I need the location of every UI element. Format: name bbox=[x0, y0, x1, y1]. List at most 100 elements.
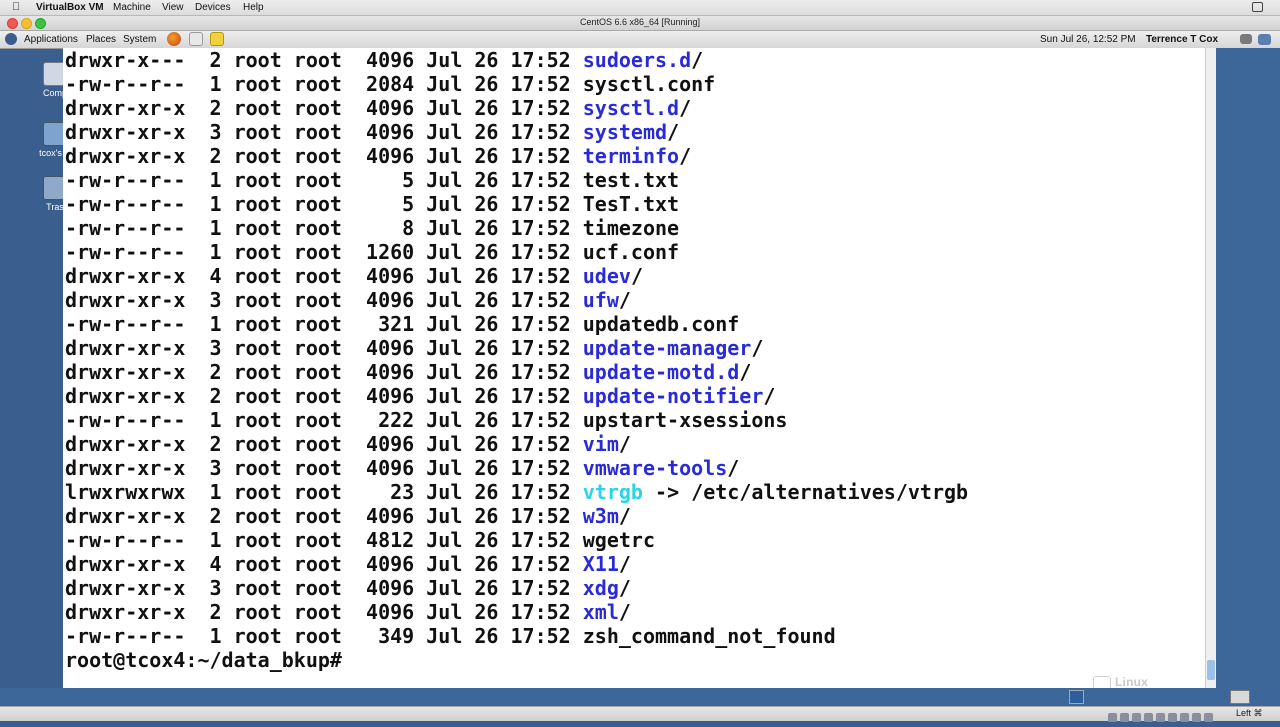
capture-icon[interactable] bbox=[1180, 713, 1189, 722]
file-suffix: / bbox=[679, 144, 692, 168]
file-suffix: / bbox=[618, 504, 631, 528]
ls-line-meta: drwxr-xr-x 3 root root 4096 Jul 26 17:52 bbox=[65, 120, 583, 144]
usb-icon[interactable] bbox=[1132, 713, 1141, 722]
terminal-output: drwxr-x--- 2 root root 4096 Jul 26 17:52… bbox=[65, 48, 968, 672]
menu-view[interactable]: View bbox=[162, 1, 184, 14]
file-suffix: / bbox=[763, 384, 776, 408]
file-name: X11 bbox=[582, 552, 619, 576]
firefox-icon[interactable] bbox=[167, 32, 181, 46]
file-name: sudoers.d bbox=[582, 48, 692, 72]
terminal-window[interactable]: drwxr-x--- 2 root root 4096 Jul 26 17:52… bbox=[63, 48, 1205, 688]
notes-icon[interactable] bbox=[210, 32, 224, 46]
panel-menu-system[interactable]: System bbox=[123, 33, 156, 46]
app-menu-virtualbox[interactable]: VirtualBox VM bbox=[36, 1, 104, 14]
file-name: zsh_command_not_found bbox=[582, 624, 836, 648]
file-name: vmware-tools bbox=[582, 456, 728, 480]
terminal-line: drwxr-xr-x 4 root root 4096 Jul 26 17:52… bbox=[65, 552, 968, 576]
file-name: w3m bbox=[582, 504, 619, 528]
video-capture-icon[interactable] bbox=[1252, 2, 1263, 12]
display-icon[interactable] bbox=[1156, 713, 1165, 722]
terminal-line: lrwxrwxrwx 1 root root 23 Jul 26 17:52 v… bbox=[65, 480, 968, 504]
terminal-line: -rw-r--r-- 1 root root 8 Jul 26 17:52 ti… bbox=[65, 216, 968, 240]
host-key-label: Left ⌘ bbox=[1236, 708, 1263, 718]
file-suffix: / bbox=[618, 600, 631, 624]
file-name: vtrgb bbox=[582, 480, 643, 504]
file-name: update-notifier bbox=[582, 384, 764, 408]
mac-menubar:  VirtualBox VM Machine View Devices Hel… bbox=[0, 0, 1280, 16]
ls-line-meta: -rw-r--r-- 1 root root 349 Jul 26 17:52 bbox=[65, 624, 583, 648]
gnome-bottom-panel bbox=[0, 688, 1280, 706]
file-suffix: / bbox=[618, 552, 631, 576]
gnome-foot-icon bbox=[5, 33, 17, 45]
terminal-line: drwxr-xr-x 2 root root 4096 Jul 26 17:52… bbox=[65, 360, 968, 384]
hdd-icon[interactable] bbox=[1108, 713, 1117, 722]
terminal-line: -rw-r--r-- 1 root root 4812 Jul 26 17:52… bbox=[65, 528, 968, 552]
file-suffix: / bbox=[727, 456, 740, 480]
scrollbar-thumb[interactable] bbox=[1207, 660, 1215, 680]
window-titlebar: CentOS 6.6 x86_64 [Running] bbox=[0, 16, 1280, 31]
volume-icon[interactable] bbox=[1240, 34, 1252, 44]
file-suffix: / bbox=[739, 360, 752, 384]
ls-line-meta: -rw-r--r-- 1 root root 5 Jul 26 17:52 bbox=[65, 192, 583, 216]
shell-prompt[interactable]: root@tcox4:~/data_bkup# bbox=[65, 648, 968, 672]
terminal-line: drwxr-xr-x 2 root root 4096 Jul 26 17:52… bbox=[65, 96, 968, 120]
terminal-line: -rw-r--r-- 1 root root 5 Jul 26 17:52 Te… bbox=[65, 192, 968, 216]
menu-machine[interactable]: Machine bbox=[113, 1, 151, 14]
panel-menu-applications[interactable]: Applications bbox=[24, 33, 78, 46]
apple-icon[interactable]:  bbox=[12, 1, 22, 13]
ls-line-meta: drwxr-x--- 2 root root 4096 Jul 26 17:52 bbox=[65, 48, 583, 72]
ls-line-meta: drwxr-xr-x 4 root root 4096 Jul 26 17:52 bbox=[65, 552, 583, 576]
panel-menu-places[interactable]: Places bbox=[86, 33, 116, 46]
ls-line-meta: drwxr-xr-x 3 root root 4096 Jul 26 17:52 bbox=[65, 576, 583, 600]
mail-icon[interactable] bbox=[189, 32, 203, 46]
ls-line-meta: -rw-r--r-- 1 root root 8 Jul 26 17:52 bbox=[65, 216, 583, 240]
ls-line-meta: drwxr-xr-x 4 root root 4096 Jul 26 17:52 bbox=[65, 264, 583, 288]
linux-academy-logo-icon bbox=[1093, 675, 1111, 688]
ls-line-meta: drwxr-xr-x 2 root root 4096 Jul 26 17:52 bbox=[65, 432, 583, 456]
ls-line-meta: -rw-r--r-- 1 root root 2084 Jul 26 17:52 bbox=[65, 72, 583, 96]
terminal-line: drwxr-xr-x 3 root root 4096 Jul 26 17:52… bbox=[65, 456, 968, 480]
file-suffix: / bbox=[630, 264, 643, 288]
network-adapter-icon[interactable] bbox=[1168, 713, 1177, 722]
terminal-line: drwxr-xr-x 2 root root 4096 Jul 26 17:52… bbox=[65, 384, 968, 408]
ls-line-meta: drwxr-xr-x 2 root root 4096 Jul 26 17:52 bbox=[65, 600, 583, 624]
terminal-line: -rw-r--r-- 1 root root 321 Jul 26 17:52 … bbox=[65, 312, 968, 336]
ls-line-meta: drwxr-xr-x 2 root root 4096 Jul 26 17:52 bbox=[65, 504, 583, 528]
menu-help[interactable]: Help bbox=[243, 1, 264, 14]
desktop-background bbox=[1216, 48, 1280, 688]
file-name: updatedb.conf bbox=[582, 312, 740, 336]
shared-folder-icon[interactable] bbox=[1144, 713, 1153, 722]
file-name: timezone bbox=[582, 216, 680, 240]
ls-line-meta: lrwxrwxrwx 1 root root 23 Jul 26 17:52 bbox=[65, 480, 583, 504]
vm-statusbar: Left ⌘ bbox=[0, 706, 1280, 722]
file-name: update-manager bbox=[582, 336, 752, 360]
terminal-line: drwxr-xr-x 2 root root 4096 Jul 26 17:52… bbox=[65, 144, 968, 168]
file-name: ucf.conf bbox=[582, 240, 680, 264]
ls-line-meta: drwxr-xr-x 3 root root 4096 Jul 26 17:52 bbox=[65, 336, 583, 360]
ls-line-meta: drwxr-xr-x 2 root root 4096 Jul 26 17:52 bbox=[65, 384, 583, 408]
file-name: terminfo bbox=[582, 144, 680, 168]
file-suffix: / bbox=[618, 288, 631, 312]
menu-devices[interactable]: Devices bbox=[195, 1, 231, 14]
show-desktop-icon[interactable] bbox=[1069, 690, 1084, 704]
file-name: sysctl.d bbox=[582, 96, 680, 120]
panel-clock[interactable]: Sun Jul 26, 12:52 PM bbox=[1040, 33, 1136, 46]
network-icon[interactable] bbox=[1258, 34, 1271, 45]
watermark: Linux Academy bbox=[1093, 675, 1205, 688]
file-name: udev bbox=[582, 264, 631, 288]
file-name: xdg bbox=[582, 576, 619, 600]
terminal-line: -rw-r--r-- 1 root root 222 Jul 26 17:52 … bbox=[65, 408, 968, 432]
gnome-top-panel: Applications Places System Sun Jul 26, 1… bbox=[0, 31, 1280, 49]
optical-drive-icon[interactable] bbox=[1120, 713, 1129, 722]
terminal-line: drwxr-xr-x 3 root root 4096 Jul 26 17:52… bbox=[65, 288, 968, 312]
file-name: sysctl.conf bbox=[582, 72, 716, 96]
keyboard-icon[interactable] bbox=[1204, 713, 1213, 722]
file-suffix: / bbox=[679, 96, 692, 120]
terminal-line: -rw-r--r-- 1 root root 5 Jul 26 17:52 te… bbox=[65, 168, 968, 192]
terminal-line: drwxr-x--- 2 root root 4096 Jul 26 17:52… bbox=[65, 48, 968, 72]
file-name: wgetrc bbox=[582, 528, 656, 552]
mouse-integration-icon[interactable] bbox=[1192, 713, 1201, 722]
file-suffix: / bbox=[691, 48, 704, 72]
panel-user[interactable]: Terrence T Cox bbox=[1146, 33, 1218, 46]
workspace-switcher-icon[interactable] bbox=[1230, 690, 1250, 704]
